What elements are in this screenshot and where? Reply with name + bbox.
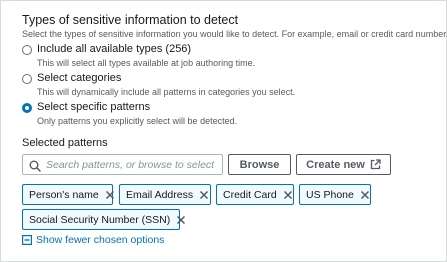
token-label: Person's name [29, 188, 99, 201]
browse-button[interactable]: Browse [228, 154, 291, 175]
section-title: Types of sensitive information to detect [22, 13, 239, 27]
token-label: US Phone [306, 188, 354, 201]
close-icon[interactable] [283, 190, 293, 200]
create-new-button[interactable]: Create new [296, 154, 391, 175]
token-label: Social Security Number (SSN) [29, 213, 171, 226]
search-placeholder: Search patterns, or browse to select [46, 159, 215, 171]
option-description: This will select all types available at … [37, 58, 256, 68]
token-credit-card: Credit Card [216, 184, 294, 205]
close-icon[interactable] [105, 190, 115, 200]
option-label: Select specific patterns [37, 101, 151, 113]
selected-patterns-label: Selected patterns [22, 137, 108, 149]
token-us-phone: US Phone [299, 184, 371, 205]
close-icon[interactable] [199, 190, 209, 200]
option-description: This will dynamically include all patter… [37, 87, 296, 97]
radio-button[interactable] [22, 45, 32, 55]
option-label: Select categories [37, 72, 122, 84]
radio-button[interactable] [22, 74, 32, 84]
close-icon[interactable] [360, 190, 370, 200]
token-persons-name: Person's name [22, 184, 115, 205]
token-ssn: Social Security Number (SSN) [22, 209, 186, 230]
collapse-minus-icon [22, 235, 32, 245]
section-description: Select the types of sensitive informatio… [22, 29, 447, 39]
show-fewer-link[interactable]: Show fewer chosen options [22, 234, 164, 246]
token-label: Credit Card [223, 188, 277, 201]
browse-button-label: Browse [239, 158, 280, 171]
radio-button-selected[interactable] [22, 103, 32, 113]
search-icon [29, 159, 41, 177]
pattern-search-input[interactable]: Search patterns, or browse to select [22, 154, 223, 175]
create-new-button-label: Create new [306, 158, 365, 171]
close-icon[interactable] [176, 215, 186, 225]
detection-panel: Types of sensitive information to detect… [0, 0, 447, 262]
option-label: Include all available types (256) [37, 43, 192, 55]
token-label: Email Address [126, 188, 194, 201]
external-link-icon [370, 159, 381, 170]
option-description: Only patterns you explicitly select will… [37, 116, 238, 126]
token-email-address: Email Address [119, 184, 211, 205]
show-fewer-label: Show fewer chosen options [36, 234, 165, 246]
